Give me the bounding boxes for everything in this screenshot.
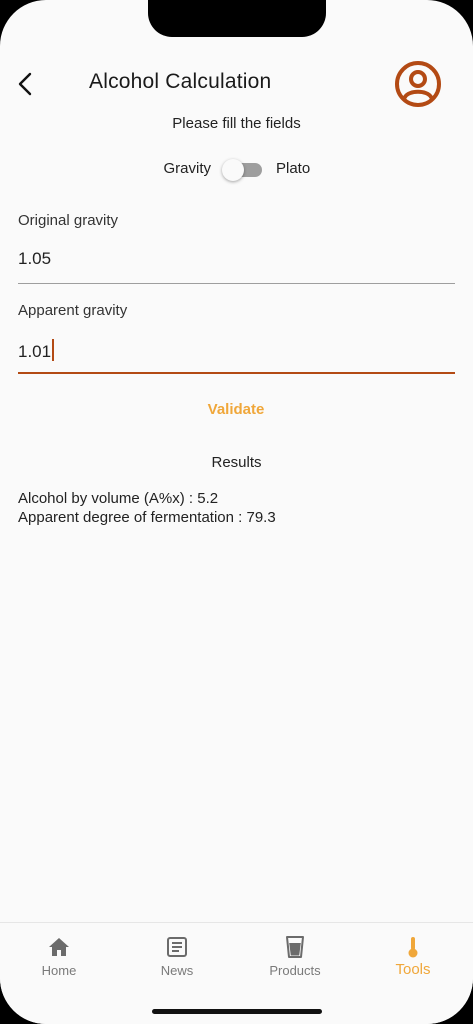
chevron-left-icon	[18, 72, 32, 96]
original-gravity-field[interactable]: Original gravity 1.05	[18, 212, 455, 286]
back-button[interactable]	[10, 66, 40, 102]
original-gravity-label: Original gravity	[18, 212, 119, 229]
apparent-gravity-label: Apparent gravity	[18, 302, 128, 319]
abv-result: Alcohol by volume (A%x) : 5.2	[18, 490, 219, 507]
field-underline-focused	[18, 372, 455, 374]
results-title: Results	[211, 454, 262, 471]
nav-item-products[interactable]: Products	[236, 923, 354, 993]
switch-thumb	[222, 159, 244, 181]
nav-label-tools: Tools	[395, 961, 431, 978]
thermometer-icon	[408, 937, 418, 958]
nav-label-news: News	[160, 963, 194, 978]
gravity-plato-switch[interactable]	[222, 159, 264, 181]
nav-item-news[interactable]: News	[118, 923, 236, 993]
validate-button[interactable]: Validate	[186, 396, 286, 422]
account-circle-icon	[395, 61, 441, 107]
home-icon	[49, 938, 69, 956]
nav-item-home[interactable]: Home	[0, 923, 118, 993]
gravity-label: Gravity	[163, 160, 211, 177]
app-screen: Alcohol Calculation Please fill the fiel…	[0, 0, 473, 1024]
home-indicator	[152, 1009, 322, 1014]
glass-icon	[286, 936, 304, 958]
field-underline	[18, 283, 455, 284]
unit-toggle-row: Gravity Plato	[0, 156, 473, 182]
apparent-gravity-field[interactable]: Apparent gravity 1.01	[18, 302, 455, 376]
form-instruction: Please fill the fields	[172, 115, 301, 132]
device-notch	[148, 0, 326, 37]
app-header: Alcohol Calculation	[0, 58, 473, 110]
news-icon	[167, 937, 187, 957]
original-gravity-input[interactable]: 1.05	[18, 249, 51, 269]
nav-item-tools[interactable]: Tools	[354, 923, 472, 993]
profile-button[interactable]	[394, 60, 442, 108]
fermentation-result: Apparent degree of fermentation : 79.3	[18, 509, 276, 526]
text-caret	[52, 339, 55, 361]
apparent-gravity-input-wrap[interactable]: 1.01	[18, 339, 55, 362]
page-title: Alcohol Calculation	[89, 70, 272, 93]
nav-label-home: Home	[41, 963, 77, 978]
nav-label-products: Products	[269, 963, 321, 978]
apparent-gravity-input[interactable]: 1.01	[18, 342, 51, 361]
plato-label: Plato	[276, 160, 311, 177]
